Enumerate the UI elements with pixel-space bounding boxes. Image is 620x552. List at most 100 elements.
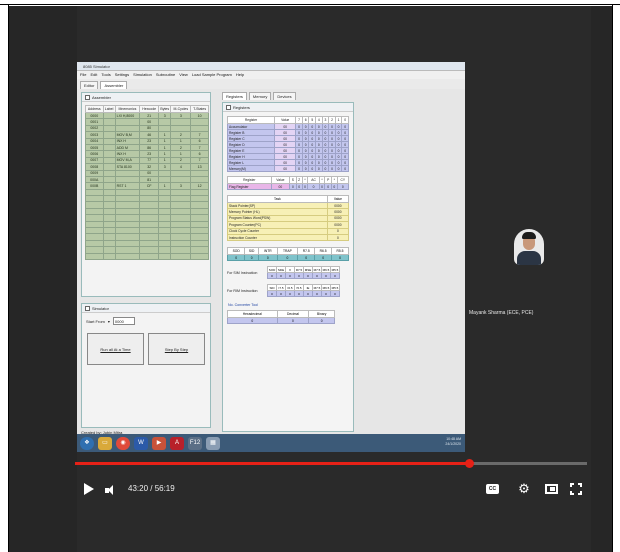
assembler-header: T-States (190, 105, 209, 113)
sim-cell: 0 (330, 272, 340, 280)
play-icon[interactable] (84, 483, 94, 495)
simulator-header: Simulator (82, 304, 210, 313)
outer-frame-top (0, 0, 620, 5)
register-cell: 0 (328, 165, 336, 172)
tab-editor[interactable]: Editor (80, 81, 99, 89)
tab-assembler[interactable]: Assembler (100, 81, 128, 89)
register-cell: Memory(M) (226, 165, 276, 172)
sim-cell: 0 (285, 272, 295, 280)
menu-item[interactable]: View (179, 71, 188, 79)
f12-icon[interactable]: F12 (188, 436, 202, 450)
simulator-checkbox[interactable] (85, 306, 90, 311)
taskbar-clock: 10:48 AM 24/1/2020 (445, 437, 461, 447)
menu-item[interactable]: File (80, 71, 86, 79)
captions-button[interactable]: CC (486, 484, 499, 494)
register-header: 1 (334, 116, 343, 124)
interrupt-header: R5.5 (331, 247, 349, 256)
menu-item[interactable]: Settings (115, 71, 129, 79)
registers-header: Registers (223, 103, 353, 112)
system-row: Instruction Counter 0 (227, 233, 350, 242)
converter-label: No. Converter Tool (228, 303, 258, 308)
menu-item[interactable]: Edit (90, 71, 97, 79)
interrupt-cell: 0 (314, 254, 333, 262)
interrupt-cell: 0 (297, 254, 316, 262)
player-controls: 43:20 / 56:19 CC ⚙ (68, 478, 582, 508)
file-explorer-icon[interactable]: ▭ (98, 436, 112, 450)
rim-cell: 0 (267, 290, 277, 298)
chrome-icon[interactable]: ◉ (116, 436, 130, 450)
shared-screen: 8085 Simulator File Edit Tools Settings Simu… (77, 62, 465, 452)
sim-cell: 0 (267, 272, 277, 280)
progress-scrubber[interactable] (465, 459, 475, 468)
start-from-input[interactable]: 0000 (112, 317, 135, 325)
simulator-title: Simulator (92, 306, 109, 311)
register-header: Register (226, 116, 276, 124)
interrupt-header: R7.5 (297, 247, 316, 256)
avatar-suit (517, 251, 541, 265)
menu-item[interactable]: Load Sample Program (192, 71, 232, 79)
flag-cell: Flag Register (227, 183, 272, 190)
dropdown-icon[interactable]: ▾ (108, 319, 110, 324)
sim-instruction-label: For SIM Instruction (227, 270, 258, 275)
interrupt-header: TRAP (276, 247, 299, 256)
interrupt-table: SOD SID INTR TRAP R7.5 R6.5 R5.5 0000000 (226, 247, 349, 262)
assembler-checkbox[interactable] (85, 95, 90, 100)
menu-item[interactable]: Tools (101, 71, 110, 79)
interrupt-cell: 0 (276, 254, 299, 262)
fullscreen-icon[interactable] (570, 483, 582, 495)
sim-cell: 0 (303, 272, 313, 280)
time-display: 43:20 / 56:19 (128, 484, 175, 493)
run-all-button[interactable]: Run all At a Time (87, 333, 144, 365)
video-player[interactable]: 8085 Simulator File Edit Tools Settings Simu… (9, 6, 612, 552)
participant-name: Mayank Sharma (ECE, PCE) (469, 310, 534, 316)
clock-date: 24/1/2020 (445, 442, 461, 446)
gear-icon[interactable]: ⚙ (517, 482, 531, 496)
assembler-header: Address (85, 105, 104, 113)
menu-item[interactable]: Simulation (133, 71, 152, 79)
interrupt-header: INTR (258, 247, 278, 256)
rim-cell: 0 (276, 290, 286, 298)
register-header: 0 (341, 116, 349, 124)
register-table: Register Value 7 6 5 4 3 2 1 0 Accumulator 00 0 0 0 0 0… (226, 116, 349, 172)
tab-devices[interactable]: Devices (273, 92, 296, 100)
registers-checkbox[interactable] (226, 105, 231, 110)
interrupt-header: SID (244, 247, 260, 256)
volume-icon[interactable] (105, 485, 117, 495)
register-cell: 0 (315, 165, 323, 172)
rim-instruction-row: For RIM Instruction SID I7.5 I6.5 I5.5 IE M7.… (227, 284, 349, 298)
converter-cell: 0 (308, 317, 335, 325)
flag-header: CY (336, 176, 350, 184)
assembler-cell (114, 252, 141, 261)
avatar-hair (522, 232, 536, 239)
flag-header: Value (270, 176, 291, 184)
flag-header: AC (307, 176, 320, 184)
menu-item[interactable]: Subroutine (156, 71, 175, 79)
assembler-pane: Assembler Address Label Mnemonics Hexcode By… (81, 92, 211, 297)
tab-registers[interactable]: Registers (222, 92, 247, 100)
windows-start-icon[interactable]: ❖ (80, 436, 94, 450)
progress-bar[interactable] (75, 459, 587, 468)
rim-cell: 0 (294, 290, 304, 298)
app-icon[interactable]: ▦ (206, 436, 220, 450)
rim-cell: 0 (285, 290, 295, 298)
assembler-table: Address Label Mnemonics Hexcode Bytes M-Cycle… (85, 105, 209, 261)
register-cell: 0 (341, 165, 349, 172)
acrobat-icon[interactable]: A (170, 436, 184, 450)
word-icon[interactable]: W (134, 436, 148, 450)
register-header: 2 (328, 116, 336, 124)
rim-cell: 0 (321, 290, 331, 298)
tab-memory[interactable]: Memory (248, 92, 272, 100)
system-cell: 0 (326, 233, 350, 242)
register-cell: 0 (295, 165, 303, 172)
miniplayer-icon[interactable] (545, 484, 558, 494)
participant-tile: Mayank Sharma (ECE, PCE) (465, 192, 591, 316)
assembler-title: Assembler (92, 95, 111, 100)
converter-header: Binary (308, 310, 335, 319)
interrupt-cell: 0 (258, 254, 278, 262)
menu-item[interactable]: Help (236, 71, 244, 79)
system-cell: Instruction Counter (227, 233, 328, 242)
register-cell: 0 (321, 165, 330, 172)
register-header: 7 (295, 116, 303, 124)
step-by-step-button[interactable]: Step By Step (148, 333, 205, 365)
media-icon[interactable]: ▶ (152, 436, 166, 450)
